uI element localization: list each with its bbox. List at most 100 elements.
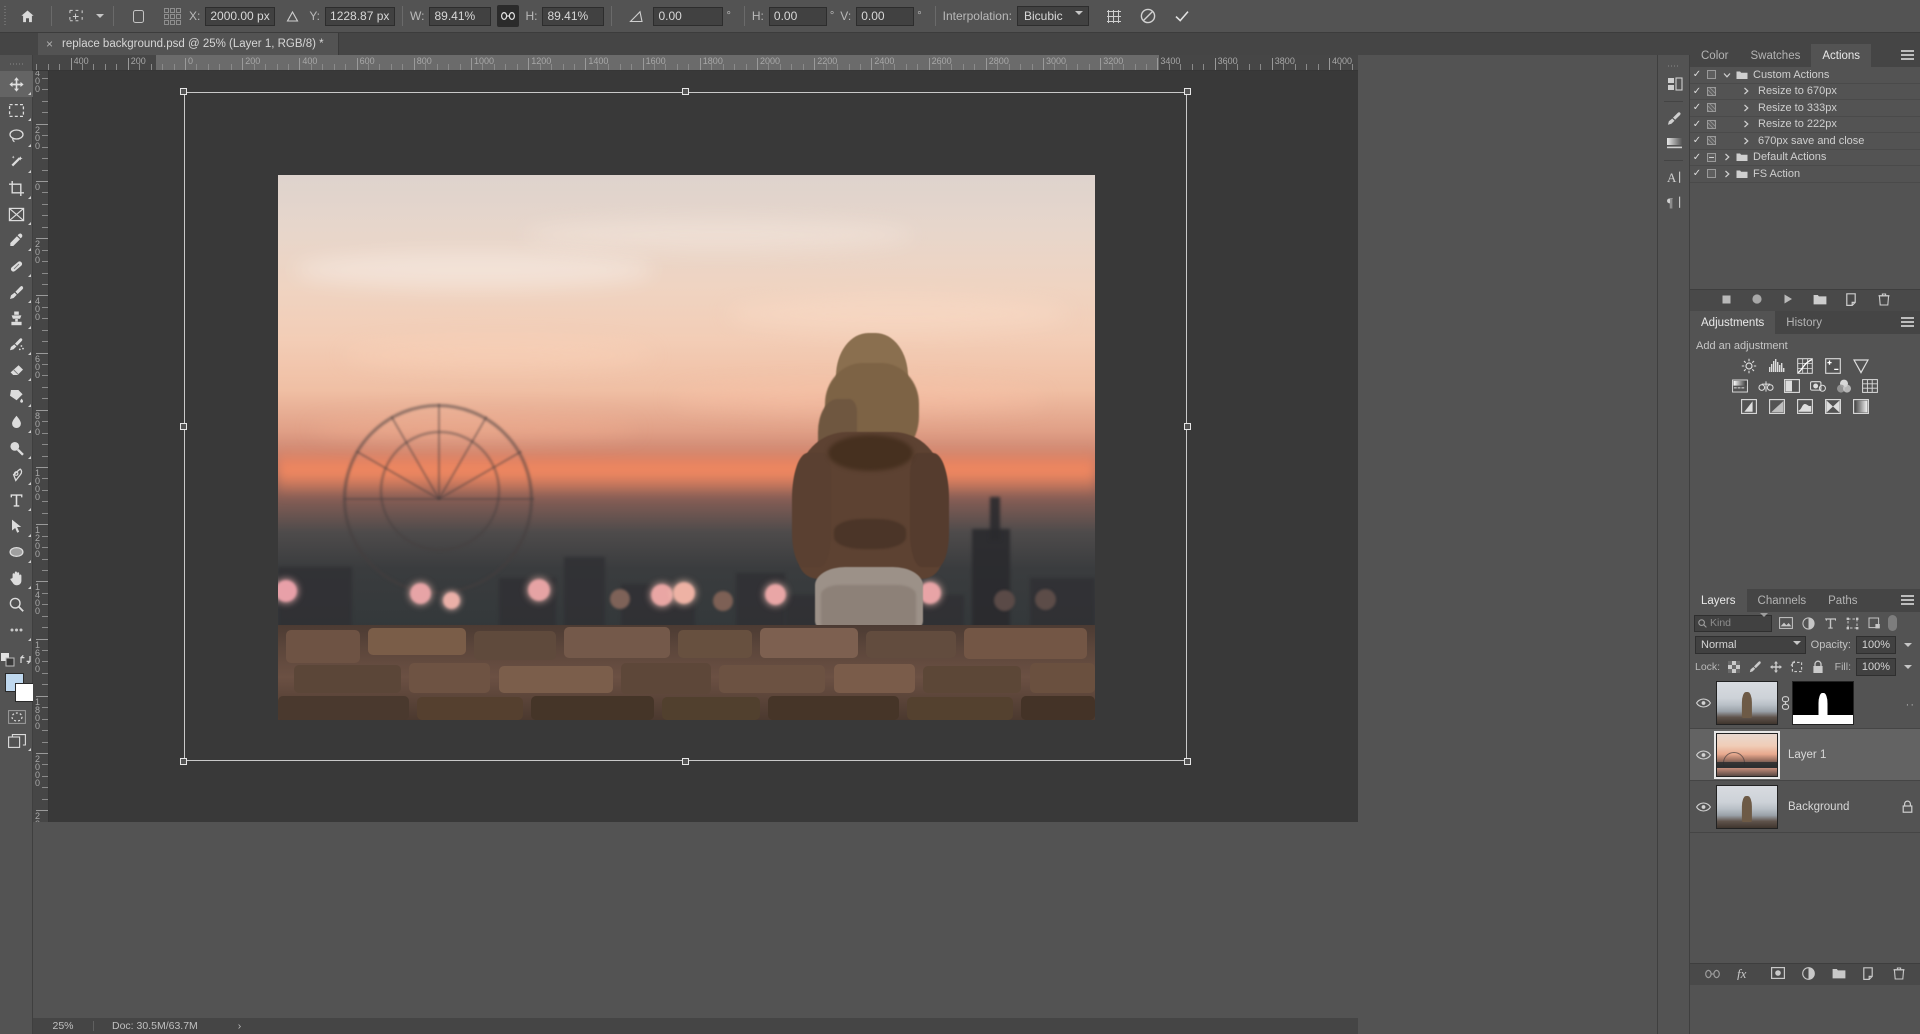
close-icon[interactable]: × <box>46 37 53 51</box>
lasso-tool[interactable] <box>0 123 33 149</box>
home-icon[interactable] <box>10 0 44 33</box>
gradients-icon[interactable] <box>1658 131 1691 156</box>
selective-color-icon[interactable] <box>1825 398 1841 414</box>
hand-tool[interactable] <box>0 565 33 591</box>
transform-handle-bc[interactable] <box>682 758 689 765</box>
action-enabled-check[interactable]: ✓ <box>1690 152 1704 163</box>
layer-visibility-toggle[interactable] <box>1690 750 1716 760</box>
exposure-icon[interactable] <box>1825 358 1841 374</box>
transform-handle-tc[interactable] <box>682 88 689 95</box>
layer-mask-link-icon[interactable] <box>1778 696 1792 710</box>
brightness-contrast-icon[interactable] <box>1741 358 1757 374</box>
tool-preset-chevron-icon[interactable] <box>93 14 106 18</box>
lock-position-icon[interactable] <box>1769 660 1783 674</box>
height-input[interactable]: 89.41% <box>542 7 604 26</box>
channel-mixer-icon[interactable] <box>1836 378 1852 394</box>
action-twisty-icon[interactable] <box>1719 170 1734 178</box>
brush-tool[interactable] <box>0 279 33 305</box>
layer-thumbnail[interactable] <box>1716 785 1778 829</box>
action-row[interactable]: ✓ FS Action <box>1690 166 1920 183</box>
gradient-tool[interactable] <box>0 383 33 409</box>
maintain-aspect-ratio-link-icon[interactable] <box>497 5 519 27</box>
delete-icon[interactable] <box>1878 293 1890 309</box>
layer-name[interactable]: Layer 1 <box>1778 749 1920 761</box>
action-dialog-toggle[interactable] <box>1704 153 1719 162</box>
action-enabled-check[interactable]: ✓ <box>1690 86 1704 97</box>
fill-chevron-icon[interactable] <box>1901 665 1915 669</box>
swap-colors-icon[interactable] <box>19 653 32 669</box>
pen-tool[interactable] <box>0 461 33 487</box>
tab-color[interactable]: Color <box>1690 44 1739 67</box>
filter-smart-object-icon[interactable] <box>1866 615 1882 631</box>
transform-handle-tl[interactable] <box>180 88 187 95</box>
invert-icon[interactable] <box>1741 398 1757 414</box>
action-enabled-check[interactable]: ✓ <box>1690 119 1704 130</box>
panel-menu-icon[interactable] <box>1901 317 1914 328</box>
tab-channels[interactable]: Channels <box>1747 589 1818 612</box>
action-twisty-icon[interactable] <box>1719 104 1750 112</box>
character-panel-icon[interactable]: A <box>1658 165 1691 190</box>
type-tool[interactable] <box>0 487 33 513</box>
tab-actions[interactable]: Actions <box>1811 44 1871 67</box>
action-row[interactable]: ✓ Resize to 222px <box>1690 117 1920 134</box>
spot-healing-brush-tool[interactable] <box>0 253 33 279</box>
foreground-background-color-swatches[interactable] <box>0 671 32 705</box>
tab-swatches[interactable]: Swatches <box>1739 44 1811 67</box>
color-balance-icon[interactable] <box>1758 378 1774 394</box>
layer-styles-fx-icon[interactable]: fx <box>1737 967 1754 983</box>
status-expand-icon[interactable]: › <box>238 1020 242 1032</box>
action-dialog-toggle[interactable] <box>1704 87 1719 96</box>
eyedropper-tool[interactable] <box>0 227 33 253</box>
layer-row[interactable]: Background <box>1690 781 1920 833</box>
angle-input[interactable]: 0.00 <box>653 7 723 26</box>
transform-handle-bl[interactable] <box>180 758 187 765</box>
edit-toolbar-tool[interactable] <box>0 617 33 643</box>
action-twisty-icon[interactable] <box>1719 120 1750 128</box>
photo-filter-icon[interactable] <box>1810 378 1826 394</box>
tab-history[interactable]: History <box>1775 311 1833 334</box>
history-brush-tool[interactable] <box>0 331 33 357</box>
frame-tool[interactable] <box>0 201 33 227</box>
transform-handle-br[interactable] <box>1184 758 1191 765</box>
zoom-level[interactable]: 25% <box>33 1020 93 1032</box>
rectangular-marquee-tool[interactable] <box>0 97 33 123</box>
quick-mask-default-colors-icon[interactable] <box>1 653 15 670</box>
lock-all-icon[interactable] <box>1811 660 1825 674</box>
tab-adjustments[interactable]: Adjustments <box>1690 311 1775 334</box>
move-tool-preset-icon[interactable] <box>59 0 93 33</box>
blend-mode-select[interactable]: Normal <box>1695 636 1806 654</box>
auto-select-checkbox[interactable] <box>121 0 155 33</box>
document-size-info[interactable]: Doc: 30.5M/63.7M <box>94 1020 198 1032</box>
transform-handle-mr[interactable] <box>1184 423 1191 430</box>
tools-panel-grip[interactable] <box>0 57 33 71</box>
width-input[interactable]: 89.41% <box>429 7 491 26</box>
clone-stamp-tool[interactable] <box>0 305 33 331</box>
action-twisty-icon[interactable] <box>1719 137 1750 145</box>
layer-filter-kind-select[interactable]: Kind <box>1694 615 1772 632</box>
blur-tool[interactable] <box>0 409 33 435</box>
action-dialog-toggle[interactable] <box>1704 70 1719 79</box>
canvas-area[interactable] <box>49 71 1358 822</box>
move-tool[interactable] <box>0 71 33 97</box>
right-strip-grip[interactable] <box>1658 60 1689 72</box>
zoom-tool[interactable] <box>0 591 33 617</box>
new-set-icon[interactable] <box>1813 294 1827 308</box>
new-action-icon[interactable] <box>1846 293 1859 309</box>
action-dialog-toggle[interactable] <box>1704 120 1719 129</box>
warp-mode-icon[interactable] <box>1097 0 1131 33</box>
action-twisty-icon[interactable] <box>1719 87 1750 95</box>
layer-more-options-icon[interactable]: ·· <box>1906 699 1915 711</box>
tab-paths[interactable]: Paths <box>1817 589 1868 612</box>
layer-visibility-toggle[interactable] <box>1690 698 1716 708</box>
document-tab[interactable]: × replace background.psd @ 25% (Layer 1,… <box>38 33 339 55</box>
paragraph-panel-icon[interactable]: ¶ <box>1658 190 1691 215</box>
action-dialog-toggle[interactable] <box>1704 103 1719 112</box>
commit-transform-icon[interactable] <box>1165 0 1199 33</box>
y-input[interactable]: 1228.87 px <box>325 7 395 26</box>
layer-thumbnail[interactable] <box>1716 681 1778 725</box>
action-twisty-icon[interactable] <box>1719 153 1734 161</box>
fill-input[interactable]: 100% <box>1856 658 1896 676</box>
vibrance-icon[interactable] <box>1853 358 1869 374</box>
ellipse-tool[interactable] <box>0 539 33 565</box>
layer-name[interactable]: Background <box>1778 801 1894 813</box>
